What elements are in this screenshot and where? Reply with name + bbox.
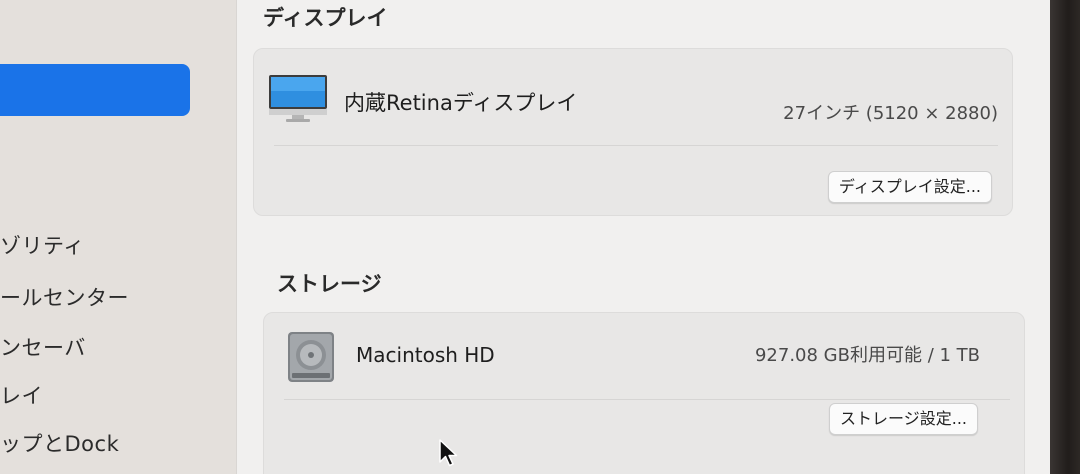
sidebar-item-desktop-dock[interactable]: ップとDock	[0, 428, 119, 458]
storage-disk-name: Macintosh HD	[356, 343, 495, 367]
display-name: 内蔵Retinaディスプレイ	[344, 91, 578, 115]
storage-card: Macintosh HD 927.08 GB利用可能 / 1 TB ストレージ設…	[263, 312, 1025, 474]
system-settings-window: ゾリティ ールセンター ンセーバ レイ ップとDock ディスプレイ 内蔵Ret…	[0, 0, 1052, 474]
display-card-divider	[274, 145, 998, 146]
hard-disk-icon	[288, 332, 334, 382]
sidebar-item-screen-saver[interactable]: ンセーバ	[0, 332, 86, 362]
sidebar-item-displays[interactable]: レイ	[0, 380, 43, 410]
sidebar-item-selected[interactable]	[0, 64, 190, 116]
storage-capacity: 927.08 GB利用可能 / 1 TB	[754, 345, 980, 366]
storage-card-divider	[284, 399, 1010, 400]
storage-section-heading: ストレージ	[277, 272, 382, 296]
storage-settings-button[interactable]: ストレージ設定...	[829, 403, 978, 435]
sidebar-item-control-center[interactable]: ールセンター	[0, 282, 129, 312]
imac-display-icon	[269, 75, 327, 122]
main-content: ディスプレイ 内蔵Retinaディスプレイ 27インチ (5120 × 2880…	[237, 0, 1052, 474]
mouse-cursor-icon	[439, 439, 458, 467]
sidebar-item-accessibility[interactable]: ゾリティ	[0, 230, 85, 260]
display-card: 内蔵Retinaディスプレイ 27インチ (5120 × 2880) ディスプレ…	[253, 48, 1013, 216]
sidebar: ゾリティ ールセンター ンセーバ レイ ップとDock	[0, 0, 237, 474]
monitor-bezel	[1050, 0, 1080, 474]
display-resolution: 27インチ (5120 × 2880)	[783, 103, 998, 124]
display-settings-button[interactable]: ディスプレイ設定...	[827, 171, 992, 203]
display-section-heading: ディスプレイ	[263, 6, 388, 30]
